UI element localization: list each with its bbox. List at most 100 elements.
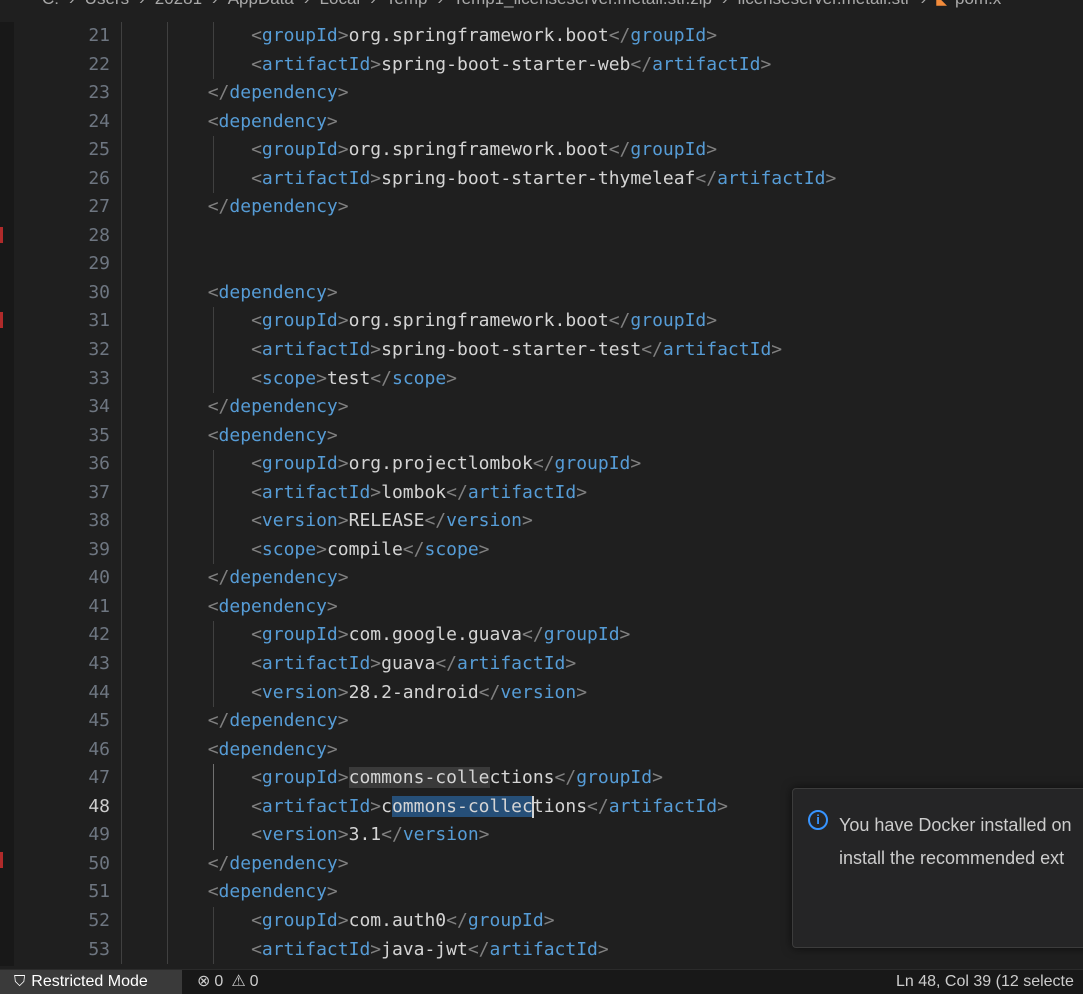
xml-bracket: < bbox=[251, 367, 262, 389]
code-line[interactable]: 30 <dependency> bbox=[0, 278, 1083, 308]
code-line[interactable]: 33 <scope>test</scope> bbox=[0, 364, 1083, 394]
xml-bracket: > bbox=[337, 25, 349, 46]
code-line[interactable]: 21 <groupId>org.springframework.boot</gr… bbox=[0, 22, 1083, 51]
code-line[interactable]: 38 <version>RELEASE</version> bbox=[0, 507, 1083, 536]
breadcrumb-segment[interactable]: 20281 bbox=[155, 0, 202, 8]
code-text: <groupId>org.springframework.boot</group… bbox=[121, 136, 717, 165]
code-text: <version>RELEASE</version> bbox=[121, 507, 533, 536]
code-line[interactable]: 29 bbox=[0, 250, 1083, 279]
code-line[interactable]: 26 <artifactId>spring-boot-starter-thyme… bbox=[0, 164, 1083, 194]
xml-text: tions bbox=[532, 795, 588, 817]
xml-tag-name: artifactId bbox=[662, 339, 772, 361]
line-number: 23 bbox=[88, 82, 110, 104]
xml-tag-name: groupId bbox=[630, 139, 707, 161]
chevron-right-icon: › bbox=[212, 0, 218, 8]
xml-bracket: > bbox=[619, 624, 631, 646]
code-line[interactable]: 39 <scope>compile</scope> bbox=[0, 535, 1083, 565]
code-line[interactable]: 37 <artifactId>lombok</artifactId> bbox=[0, 478, 1083, 508]
xml-bracket: > bbox=[316, 367, 327, 389]
xml-bracket: > bbox=[337, 567, 349, 589]
breadcrumb-segment[interactable]: C: bbox=[42, 0, 59, 8]
xml-bracket: </ bbox=[207, 567, 230, 589]
breadcrumb-segment[interactable]: Local bbox=[320, 0, 361, 8]
xml-bracket: < bbox=[251, 139, 262, 161]
code-text: <version>28.2-android</version> bbox=[121, 679, 587, 708]
xml-bracket: < bbox=[251, 538, 262, 560]
code-line[interactable]: 34 </dependency> bbox=[0, 393, 1083, 422]
restricted-mode-button[interactable]: ⛉ Restricted Mode bbox=[0, 970, 182, 994]
xml-tag-name: groupId bbox=[630, 25, 707, 46]
line-number: 53 bbox=[88, 938, 110, 960]
chevron-right-icon: › bbox=[370, 0, 376, 8]
line-number: 24 bbox=[88, 110, 110, 132]
code-text: </dependency> bbox=[121, 564, 349, 593]
code-line[interactable]: 25 <groupId>org.springframework.boot</gr… bbox=[0, 136, 1083, 165]
breadcrumb-segment[interactable]: licenseserver.metall.str bbox=[738, 0, 911, 8]
restricted-mode-label: Restricted Mode bbox=[31, 973, 148, 990]
code-text: <artifactId>commons-collections</artifac… bbox=[121, 793, 728, 822]
code-line[interactable]: 44 <version>28.2-android</version> bbox=[0, 678, 1083, 708]
code-line[interactable]: 27 </dependency> bbox=[0, 193, 1083, 222]
xml-bracket: </ bbox=[381, 824, 403, 846]
xml-bracket: </ bbox=[446, 909, 468, 931]
code-line[interactable]: 43 <artifactId>guava</artifactId> bbox=[0, 650, 1083, 679]
code-line[interactable]: 42 <groupId>com.google.guava</groupId> bbox=[0, 621, 1083, 651]
breadcrumb-segment[interactable]: AppData bbox=[228, 0, 294, 8]
cursor-position[interactable]: Ln 48, Col 39 (12 selecte bbox=[896, 970, 1074, 994]
code-line[interactable]: 41 <dependency> bbox=[0, 592, 1083, 622]
breadcrumb-file[interactable]: pom.x bbox=[955, 0, 1001, 8]
xml-text: commons-colle bbox=[348, 767, 490, 789]
chevron-right-icon: › bbox=[722, 0, 728, 8]
xml-bracket: > bbox=[337, 396, 349, 418]
code-line[interactable]: 35 <dependency> bbox=[0, 421, 1083, 451]
xml-bracket: </ bbox=[522, 624, 544, 646]
xml-tag-name: scope bbox=[261, 367, 317, 389]
xml-tag-name: artifactId bbox=[608, 795, 718, 817]
xml-bracket: > bbox=[370, 795, 382, 817]
line-number: 49 bbox=[88, 824, 110, 846]
chevron-right-icon: › bbox=[437, 0, 443, 8]
xml-bracket: > bbox=[706, 310, 718, 332]
breadcrumb-segment[interactable]: Temp1_licenseserver.metall.str.zip bbox=[453, 0, 712, 8]
breadcrumb-segment[interactable]: Users bbox=[85, 0, 129, 8]
docker-notification-toast[interactable]: i You have Docker installed on install t… bbox=[792, 788, 1083, 948]
xml-bracket: < bbox=[207, 595, 219, 617]
code-line[interactable]: 32 <artifactId>spring-boot-starter-test<… bbox=[0, 336, 1083, 365]
xml-bracket: </ bbox=[207, 396, 230, 418]
line-number: 27 bbox=[88, 196, 110, 218]
xml-bracket: < bbox=[207, 281, 219, 303]
xml-text: spring-boot-starter-test bbox=[381, 339, 642, 361]
xml-bracket: > bbox=[370, 339, 382, 361]
code-line[interactable]: 23 </dependency> bbox=[0, 79, 1083, 108]
code-line[interactable]: 36 <groupId>org.projectlombok</groupId> bbox=[0, 450, 1083, 479]
code-line[interactable]: 46 <dependency> bbox=[0, 735, 1083, 765]
xml-bracket: > bbox=[337, 139, 349, 161]
code-line[interactable]: 28 bbox=[0, 221, 1083, 251]
xml-bracket: > bbox=[370, 167, 382, 189]
xml-bracket: </ bbox=[446, 481, 468, 503]
xml-bracket: < bbox=[251, 25, 262, 46]
xml-tag-name: version bbox=[402, 824, 479, 846]
code-line[interactable]: 24 <dependency> bbox=[0, 107, 1083, 137]
code-line[interactable]: 31 <groupId>org.springframework.boot</gr… bbox=[0, 307, 1083, 337]
xml-tag-name: artifactId bbox=[652, 53, 761, 75]
xml-bracket: < bbox=[251, 53, 262, 75]
problems-indicator[interactable]: ⊗ 0 ⚠ 0 bbox=[197, 970, 259, 994]
xml-text: spring-boot-starter-thymeleaf bbox=[381, 167, 696, 189]
xml-bracket: > bbox=[370, 938, 382, 960]
xml-tag-name: groupId bbox=[467, 909, 544, 931]
breadcrumb[interactable]: C: › Users › 20281 › AppData › Local › Temp › Temp1_… bbox=[0, 0, 1083, 10]
breadcrumb-segment[interactable]: Temp bbox=[386, 0, 428, 8]
xml-tag-name: dependency bbox=[229, 710, 338, 732]
selected-text: ommons-collec bbox=[391, 795, 533, 817]
code-line[interactable]: 40 </dependency> bbox=[0, 564, 1083, 593]
xml-tag-name: groupId bbox=[554, 453, 631, 475]
xml-bracket: > bbox=[337, 767, 349, 789]
xml-tag-name: dependency bbox=[229, 852, 338, 874]
code-line[interactable]: 45 </dependency> bbox=[0, 707, 1083, 736]
code-line[interactable]: 22 <artifactId>spring-boot-starter-web</… bbox=[0, 50, 1083, 80]
xml-bracket: </ bbox=[402, 538, 425, 560]
line-number: 46 bbox=[88, 738, 110, 760]
code-text: <dependency> bbox=[121, 108, 338, 137]
xml-tag-name: groupId bbox=[543, 624, 620, 646]
